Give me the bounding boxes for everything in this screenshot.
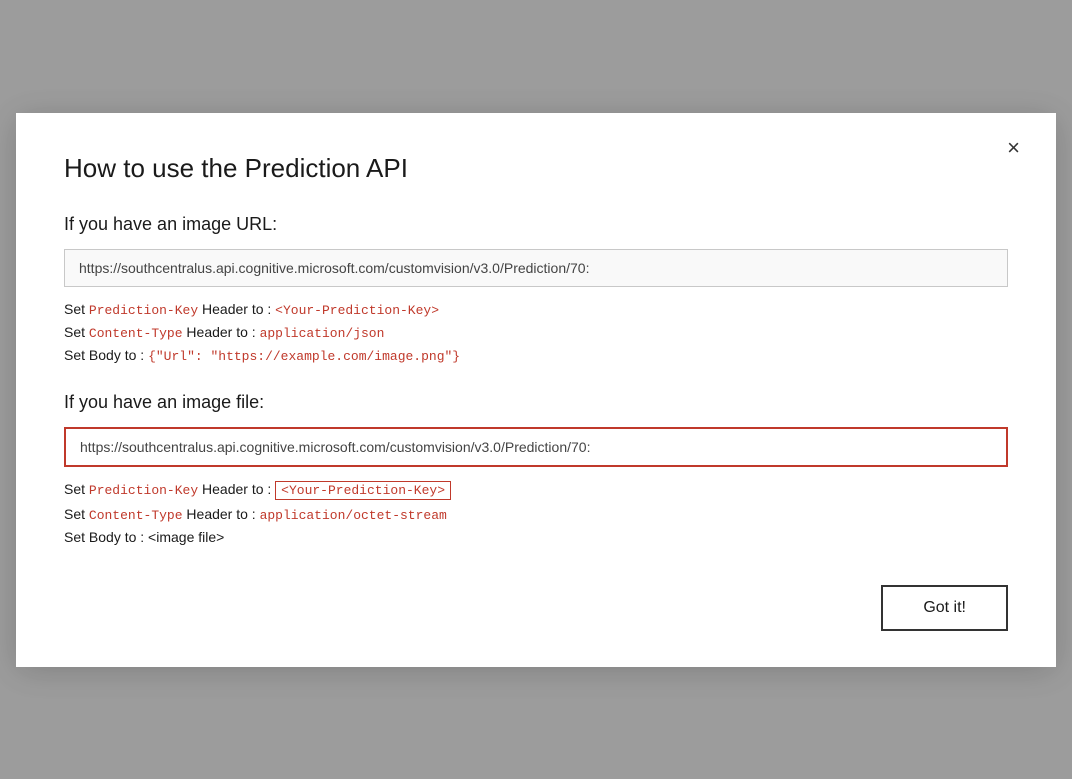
url-input-box-file[interactable]: https://southcentralus.api.cognitive.mic… [64,427,1008,467]
value-prediction-key-2: <Your-Prediction-Key> [275,481,451,500]
value-prediction-key-1: <Your-Prediction-Key> [275,303,439,318]
instruction-line-1: Set Prediction-Key Header to : <Your-Pre… [64,301,1008,318]
instruction-line-6: Set Body to : <image file> [64,529,1008,545]
key-content-type-2: Content-Type [89,508,183,523]
key-prediction-key-2: Prediction-Key [89,483,198,498]
key-prediction-key-1: Prediction-Key [89,303,198,318]
instruction-line-3: Set Body to : {"Url": "https://example.c… [64,347,1008,364]
dialog-title: How to use the Prediction API [64,153,1008,184]
dialog: × How to use the Prediction API If you h… [16,113,1056,667]
section-url-heading: If you have an image URL: [64,214,1008,235]
value-body-1: {"Url": "https://example.com/image.png"} [148,349,460,364]
instruction-line-4: Set Prediction-Key Header to : <Your-Pre… [64,481,1008,500]
instruction-line-2: Set Content-Type Header to : application… [64,324,1008,341]
section-file-heading: If you have an image file: [64,392,1008,413]
got-it-button[interactable]: Got it! [881,585,1008,631]
modal-overlay: × How to use the Prediction API If you h… [0,0,1072,779]
url-input-box[interactable]: https://southcentralus.api.cognitive.mic… [64,249,1008,287]
section-url: If you have an image URL: https://southc… [64,214,1008,364]
value-content-type-1: application/json [260,326,385,341]
dialog-footer: Got it! [64,585,1008,631]
instruction-line-5: Set Content-Type Header to : application… [64,506,1008,523]
section-file: If you have an image file: https://south… [64,392,1008,545]
value-content-type-2: application/octet-stream [260,508,447,523]
key-content-type-1: Content-Type [89,326,183,341]
close-button[interactable]: × [999,133,1028,163]
